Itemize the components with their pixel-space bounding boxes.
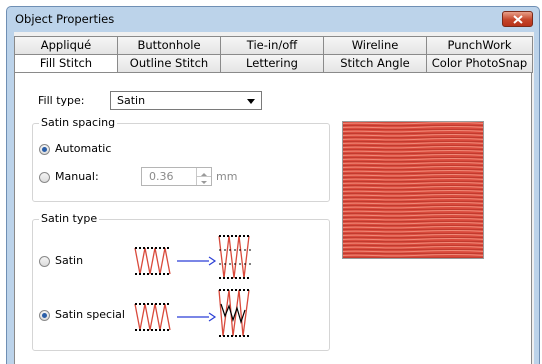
satin-special-diagram (134, 289, 251, 337)
spin-buttons[interactable] (196, 168, 211, 185)
tab-fill-stitch[interactable]: Fill Stitch (14, 54, 118, 73)
tab-punchwork[interactable]: PunchWork (426, 36, 533, 55)
manual-spacing-input[interactable]: 0.36 (141, 167, 212, 186)
window-title: Object Properties (15, 12, 115, 26)
automatic-label[interactable]: Automatic (55, 142, 111, 155)
manual-spacing-value: 0.36 (149, 170, 174, 183)
manual-label[interactable]: Manual: (55, 170, 99, 183)
tab-outline-stitch[interactable]: Outline Stitch (117, 54, 221, 73)
spin-down-icon[interactable] (197, 177, 211, 185)
satin-diagram (134, 235, 251, 279)
fill-type-select[interactable]: Satin (110, 91, 262, 110)
manual-radio[interactable] (39, 172, 50, 183)
chevron-down-icon (247, 99, 255, 104)
automatic-radio[interactable] (39, 144, 50, 155)
close-button[interactable] (502, 11, 533, 27)
fill-type-value: Satin (117, 94, 146, 107)
unit-label: mm (216, 170, 238, 183)
satin-label[interactable]: Satin (55, 254, 83, 267)
tab-buttonhole[interactable]: Buttonhole (117, 36, 221, 55)
object-properties-window: Object Properties Appliqué Buttonhole Ti… (6, 6, 540, 364)
spin-up-icon[interactable] (197, 168, 211, 177)
stitch-preview (342, 121, 484, 259)
satin-type-title: Satin type (39, 212, 100, 225)
tab-tie-in-off[interactable]: Tie-in/off (220, 36, 324, 55)
tab-stitch-angle[interactable]: Stitch Angle (323, 54, 427, 73)
tab-applique[interactable]: Appliqué (14, 36, 118, 55)
dialog-client: Appliqué Buttonhole Tie-in/off Wireline … (14, 32, 534, 364)
fill-stitch-pane: Fill type: Satin Satin spacing Automatic… (14, 72, 532, 364)
satin-special-radio[interactable] (39, 310, 50, 321)
satin-spacing-group: Satin spacing Automatic Manual: 0.36 mm (32, 116, 330, 202)
tab-row-1: Appliqué Buttonhole Tie-in/off Wireline … (14, 36, 533, 55)
tab-row-2: Fill Stitch Outline Stitch Lettering Sti… (14, 54, 533, 73)
tab-wireline[interactable]: Wireline (323, 36, 427, 55)
fill-type-label: Fill type: (38, 94, 85, 107)
stitch-preview-canvas (343, 122, 483, 258)
tab-lettering[interactable]: Lettering (220, 54, 324, 73)
satin-special-label[interactable]: Satin special (55, 308, 125, 321)
close-icon (513, 15, 523, 24)
tab-color-photosnap[interactable]: Color PhotoSnap (426, 54, 533, 73)
satin-radio[interactable] (39, 256, 50, 267)
title-bar: Object Properties (7, 7, 539, 31)
satin-spacing-title: Satin spacing (39, 116, 118, 129)
satin-type-group: Satin type Satin Satin special (32, 212, 330, 351)
